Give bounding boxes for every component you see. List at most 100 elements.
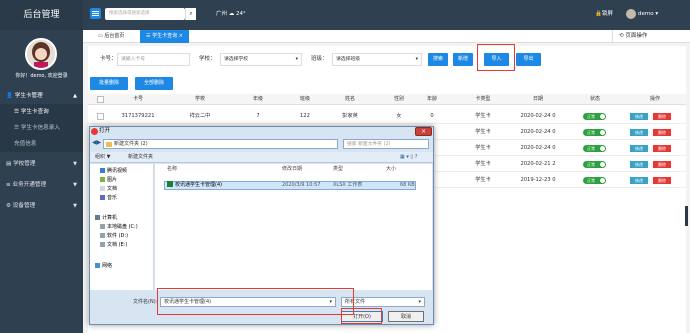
cell-card-type: 学生卡	[475, 177, 491, 183]
delete-button[interactable]: 删除	[653, 177, 671, 184]
import-highlight-box	[477, 44, 515, 71]
col-modified[interactable]: 修改日期	[282, 165, 302, 174]
weather-widget: 广州 ☁ 24°	[216, 11, 246, 17]
edit-button[interactable]: 修改	[630, 161, 648, 168]
status-toggle[interactable]: 正常	[583, 145, 606, 152]
add-button[interactable]: 新增	[453, 53, 473, 66]
page-ops-button[interactable]: ⟲ 页面操作	[612, 30, 647, 43]
list-icon: ☰	[14, 109, 21, 115]
new-folder-button[interactable]: 新建文件夹	[128, 152, 153, 163]
search-icon[interactable]: ⌕	[185, 8, 196, 20]
cell-age: 0	[430, 113, 434, 119]
organize-button[interactable]: 组织 ▼	[95, 152, 110, 163]
sidebar-item-recharge[interactable]: 充值信息	[0, 136, 83, 152]
card-input[interactable]: 请输入卡号	[117, 53, 190, 66]
nav-item-documents[interactable]: 文档	[100, 185, 117, 193]
user-menu[interactable]: demo ▾	[638, 8, 658, 20]
col-actions: 操作	[649, 96, 660, 102]
excel-icon	[167, 181, 173, 187]
gear-icon: ⚙	[6, 203, 13, 209]
edit-button[interactable]: 修改	[630, 113, 648, 120]
status-toggle[interactable]: 正常	[583, 177, 606, 184]
lock-screen-button[interactable]: 🔒锁屏	[595, 8, 613, 20]
nav-item-computer[interactable]: 计算机	[95, 214, 117, 222]
avatar[interactable]	[25, 38, 57, 70]
cell-date: 2020-02-24 0	[520, 145, 556, 151]
cell-school: 祥云二中	[189, 113, 211, 119]
delete-button[interactable]: 删除	[653, 161, 671, 168]
cell-card-type: 学生卡	[475, 161, 491, 167]
school-select[interactable]: 请选择学校 ▾	[220, 53, 302, 66]
edit-button[interactable]: 修改	[630, 129, 648, 136]
edit-button[interactable]: 修改	[630, 177, 648, 184]
filename-label: 文件名(N):	[133, 299, 158, 305]
cell-date: 2020-02-24 0	[520, 113, 556, 119]
col-class: 班级	[299, 96, 310, 102]
delete-button[interactable]: 删除	[653, 145, 671, 152]
address-bar[interactable]: 新建文件夹 (2)	[103, 139, 338, 149]
nav-item-drive-e[interactable]: 文档 (E:)	[100, 241, 127, 249]
nav-item-pictures[interactable]: 图片	[100, 176, 117, 184]
col-school: 学校	[194, 96, 205, 102]
status-toggle[interactable]: 正常	[583, 129, 606, 136]
sidebar-item-business[interactable]: ≡ 业务开通管理 ▼	[0, 177, 83, 193]
dialog-search-input[interactable]: 搜索 新建文件夹 (2)	[343, 139, 429, 149]
nav-item-drive-d[interactable]: 软件 (D:)	[100, 232, 128, 240]
cell-card-type: 学生卡	[475, 145, 491, 151]
nav-item-drive-c[interactable]: 本地磁盘 (C:)	[100, 223, 138, 231]
nav-item-network[interactable]: 网络	[95, 262, 112, 270]
sidebar-item-device[interactable]: ⚙ 设备管理 ▼	[0, 198, 83, 214]
app-title: 后台管理	[0, 0, 83, 30]
sidebar-item-school[interactable]: ▤ 学校管理 ▼	[0, 156, 83, 172]
user-avatar[interactable]	[626, 9, 636, 19]
cell-class: 122	[300, 113, 310, 119]
open-highlight-box	[341, 308, 382, 324]
status-toggle[interactable]: 正常	[583, 161, 606, 168]
select-all-checkbox[interactable]	[97, 96, 104, 103]
dialog-title: 打开	[89, 126, 434, 137]
col-age: 年龄	[426, 96, 437, 102]
col-size[interactable]: 大小	[386, 165, 396, 174]
global-search-input[interactable]: 搜索选择或搜索选择	[105, 8, 185, 20]
chrome-icon	[91, 128, 98, 135]
sidebar-item-card-query[interactable]: ☰ 学生卡查询	[0, 104, 83, 120]
tab-card-query[interactable]: ☰ 学生卡查询 ×	[140, 30, 189, 43]
row-checkbox[interactable]	[97, 113, 104, 120]
export-button[interactable]: 导出	[516, 53, 541, 66]
class-select[interactable]: 请选择班级 ▾	[332, 53, 422, 66]
status-toggle[interactable]: 正常	[583, 113, 606, 120]
cancel-button[interactable]: 取消	[388, 311, 424, 322]
delete-all-button[interactable]: 全部删除	[135, 77, 173, 90]
file-name: 校讯通学生卡管理(4)	[167, 181, 222, 190]
menu-toggle-button[interactable]	[90, 8, 101, 19]
user-icon: 👤	[6, 93, 15, 99]
close-icon: ×	[178, 33, 183, 39]
search-button[interactable]: 搜索	[428, 53, 448, 66]
view-options-icon[interactable]: ▦ ▾ ▯ ?	[400, 152, 417, 163]
delete-button[interactable]: 删除	[653, 129, 671, 136]
file-type: XLSX 工作表	[333, 182, 363, 188]
filename-highlight-box	[157, 288, 354, 315]
delete-button[interactable]: 删除	[653, 113, 671, 120]
nav-item-video[interactable]: 腾讯视频	[100, 167, 127, 175]
greeting-text: 你好！demo, 欢迎登录	[15, 73, 68, 79]
lock-icon: 🔒	[595, 11, 602, 17]
edit-button[interactable]: 修改	[630, 145, 648, 152]
dialog-close-button[interactable]: ×	[415, 127, 432, 136]
sidebar-item-student-card[interactable]: 👤 学生卡管理 ▲	[0, 88, 83, 104]
back-forward-icon[interactable]: ◀▶	[92, 139, 101, 146]
school-label: 学校：	[199, 56, 216, 62]
sidebar-item-card-entry[interactable]: ☰ 学生卡信息录入	[0, 120, 83, 136]
cell-card: 3171379221	[121, 113, 155, 119]
nav-item-music[interactable]: 音乐	[100, 194, 117, 202]
cell-date: 2020-02-24 0	[520, 129, 556, 135]
file-size: 68 KB	[400, 182, 415, 188]
col-name[interactable]: 名称	[167, 165, 177, 174]
page-scrollbar[interactable]	[685, 206, 688, 226]
tab-home[interactable]: ▭ 后台首页	[92, 30, 130, 43]
file-modified: 2020/3/9 10:57	[282, 182, 321, 188]
batch-delete-button[interactable]: 批量删除	[90, 77, 128, 90]
col-type[interactable]: 类型	[333, 165, 343, 174]
list-icon: ☰	[14, 125, 21, 131]
cell-card-type: 学生卡	[475, 129, 491, 135]
